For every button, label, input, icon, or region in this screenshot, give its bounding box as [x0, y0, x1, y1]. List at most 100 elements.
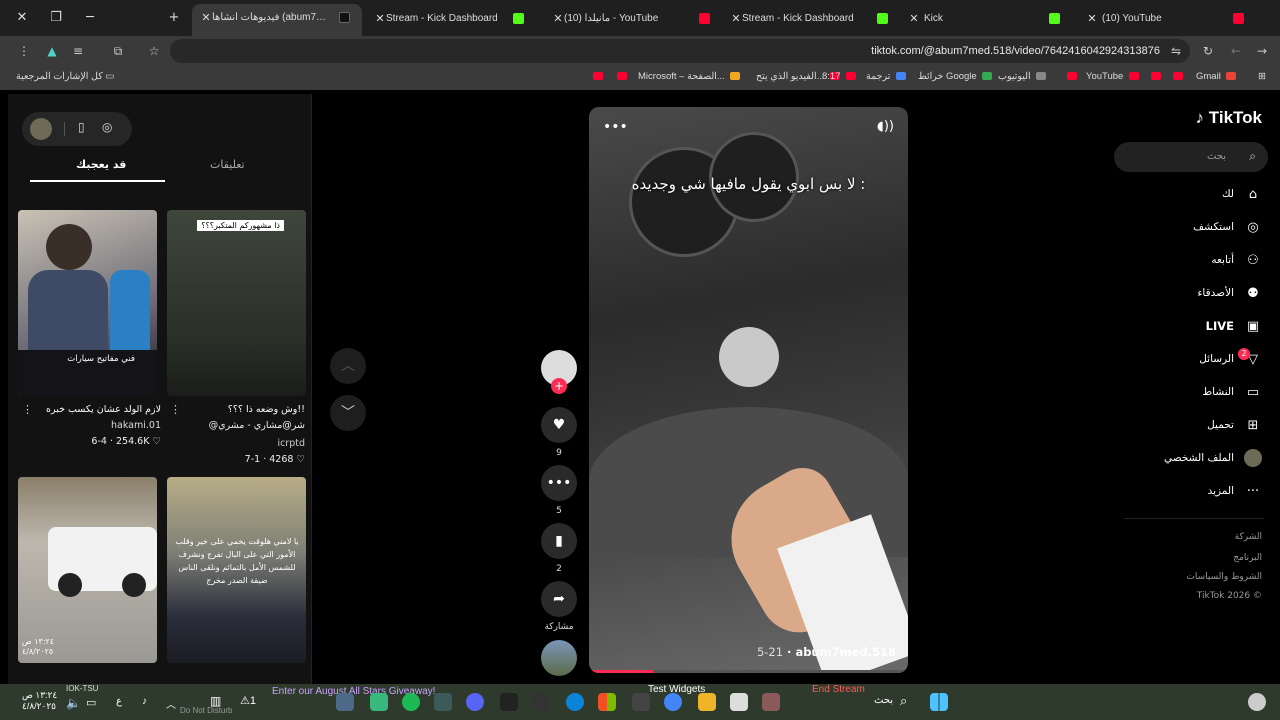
search-icon[interactable]: ⌕: [900, 693, 907, 709]
volume-icon[interactable]: ◖)): [877, 119, 894, 134]
search-input[interactable]: بحث ⌕: [1114, 142, 1268, 172]
footer-program[interactable]: البرنامج: [1233, 553, 1262, 563]
menu-dots-icon[interactable]: ⋮: [16, 43, 32, 59]
save-button[interactable]: ▮: [541, 523, 577, 559]
media-controls-icon[interactable]: ≡: [70, 43, 86, 59]
bookmark-translate[interactable]: ترجمة: [866, 71, 906, 82]
tab-kick-dashboard-2[interactable]: ✕ Stream - Kick Dashboard: [722, 5, 900, 33]
more-options-icon[interactable]: •••: [603, 119, 628, 135]
windows-start-icon[interactable]: [930, 693, 948, 711]
tab-kick[interactable]: ✕ Kick: [900, 5, 1072, 33]
microphone-icon[interactable]: ♪: [142, 696, 147, 707]
suggested-video-thumb[interactable]: ذا مشهوركم المتكبر؟؟؟: [167, 210, 306, 396]
tiktok-logo[interactable]: ♪ TikTok: [1196, 108, 1262, 128]
steam-icon[interactable]: [336, 693, 354, 711]
previous-video-button[interactable]: ︿: [330, 348, 366, 384]
nav-activity[interactable]: النشاط: [1202, 386, 1234, 398]
new-tab-button[interactable]: +: [164, 8, 184, 28]
app-icon[interactable]: [500, 693, 518, 711]
extension-icon[interactable]: ▲: [44, 43, 60, 59]
file-explorer-icon[interactable]: [698, 693, 716, 711]
bookmark-yt-1[interactable]: [590, 71, 603, 82]
app-icon[interactable]: [632, 693, 650, 711]
nav-live[interactable]: LIVE: [1206, 319, 1234, 333]
apps-grid-icon[interactable]: ⊞: [1258, 71, 1266, 82]
bookmark-yt-4[interactable]: [1148, 71, 1161, 82]
video-author[interactable]: hakami.01: [111, 420, 161, 431]
avatar[interactable]: [30, 118, 52, 140]
bookmark-yt-2[interactable]: [614, 71, 627, 82]
nav-explore[interactable]: استكشف: [1193, 221, 1234, 233]
suggested-video-thumb[interactable]: ١٣:٢٤ ص ٤/٨/٢٠٢٥: [18, 477, 157, 663]
video-author[interactable]: @شر@مشاري - مشري: [209, 420, 305, 431]
tab-youtube-2[interactable]: ✕ (10) YouTube: [1078, 5, 1256, 33]
edge-icon[interactable]: [566, 693, 584, 711]
window-minimize-icon[interactable]: ─: [80, 8, 100, 28]
home-icon[interactable]: ⌂: [1244, 186, 1262, 204]
following-icon[interactable]: ⚇: [1244, 252, 1262, 270]
clock[interactable]: ١٣:٢٤ ص ٤/٨/٢٠٢٥: [22, 690, 57, 712]
nav-friends[interactable]: الأصدقاء: [1198, 287, 1235, 299]
window-restore-icon[interactable]: ❐: [46, 8, 66, 28]
live-icon[interactable]: ▣: [1244, 318, 1262, 336]
app-icon[interactable]: [532, 693, 550, 711]
suggested-video-thumb[interactable]: فني مفاتيح سيارات: [18, 210, 157, 396]
nav-messages[interactable]: الرسائل: [1199, 353, 1234, 365]
app-icon[interactable]: [434, 693, 452, 711]
tab-close-icon[interactable]: ✕: [906, 11, 922, 27]
bar-chart-icon[interactable]: ▥: [210, 694, 221, 708]
bookmark-youtube[interactable]: YouTube: [1086, 71, 1139, 82]
like-button[interactable]: ♥: [541, 407, 577, 443]
activity-icon[interactable]: ▭: [1244, 384, 1262, 402]
comment-button[interactable]: •••: [541, 465, 577, 501]
nav-for-you[interactable]: لك: [1222, 188, 1234, 200]
end-stream-button[interactable]: End Stream: [812, 684, 865, 695]
tab-youtube[interactable]: ✕ (10) مانيلدا - YouTube: [544, 5, 722, 33]
share-button[interactable]: ➦: [541, 581, 577, 617]
bookmark-star-icon[interactable]: ☆: [146, 43, 162, 59]
tray-chevron-icon[interactable]: ︿: [166, 696, 176, 711]
friends-icon[interactable]: ⚉: [1244, 285, 1262, 303]
alert-icon[interactable]: ⚠1: [240, 694, 256, 707]
search-icon[interactable]: ⌕: [1249, 149, 1256, 164]
site-settings-icon[interactable]: ⇋: [1168, 43, 1184, 59]
more-icon[interactable]: ···: [1244, 483, 1262, 501]
back-icon[interactable]: →: [1254, 43, 1270, 59]
tab-you-may-like[interactable]: قد يعجبك: [76, 158, 126, 171]
suggested-video-thumb[interactable]: يا لامني هلوقت يخمي على خير وقلب الأمور …: [167, 477, 306, 663]
forward-icon[interactable]: ←: [1228, 43, 1244, 59]
video-progress-bar[interactable]: [589, 670, 908, 673]
video-author-handle[interactable]: icrptd: [277, 438, 305, 449]
upload-icon[interactable]: ⊞: [1244, 417, 1262, 435]
bookmark-microsoft[interactable]: Microsoft – الصفحة...: [638, 71, 741, 82]
nav-following[interactable]: أتابعه: [1211, 254, 1234, 266]
video-caption[interactable]: لازم الولد عشان يكسب خبره: [46, 404, 161, 415]
bookmark-gmail[interactable]: Gmail: [1196, 71, 1237, 82]
bookmark-yt-5[interactable]: [1170, 71, 1183, 82]
compass-icon[interactable]: ◎: [102, 120, 112, 134]
bookmark-yt-3[interactable]: [1064, 71, 1077, 82]
video-author[interactable]: 5-21 · abum7med.518: [757, 645, 896, 659]
notification-icon[interactable]: [1248, 693, 1266, 711]
spotify-icon[interactable]: [402, 693, 420, 711]
taskbar-search-label[interactable]: بحث: [874, 695, 893, 706]
reload-icon[interactable]: ↻: [1200, 43, 1216, 59]
extensions-puzzle-icon[interactable]: ⧉: [110, 43, 126, 59]
tab-tiktok[interactable]: ✕ فيديوهات أنشأها (abum7med.518): [192, 4, 362, 36]
language-indicator[interactable]: ع: [116, 696, 122, 707]
address-bar[interactable]: tiktok.com/@abum7med.518/video/764241604…: [170, 39, 1190, 63]
nav-upload[interactable]: تحميل: [1207, 419, 1234, 431]
network-icon[interactable]: ▭: [86, 696, 96, 709]
discord-icon[interactable]: [466, 693, 484, 711]
window-close-icon[interactable]: ✕: [12, 8, 32, 28]
follow-button[interactable]: +: [551, 378, 567, 394]
tab-close-icon[interactable]: ✕: [1084, 11, 1100, 27]
chrome-icon[interactable]: [664, 693, 682, 711]
footer-company[interactable]: الشركة: [1235, 532, 1262, 542]
app-icon[interactable]: [762, 693, 780, 711]
more-options-icon[interactable]: ⋮: [22, 403, 33, 416]
microsoft-store-icon[interactable]: [598, 693, 616, 711]
video-player[interactable]: ••• ◖)) لا بس ابوي يقول مافيها شي وجديده…: [589, 107, 908, 673]
video-caption[interactable]: وش وضعه ذا ؟؟؟!!: [228, 404, 305, 415]
next-video-button[interactable]: ﹀: [330, 395, 366, 431]
